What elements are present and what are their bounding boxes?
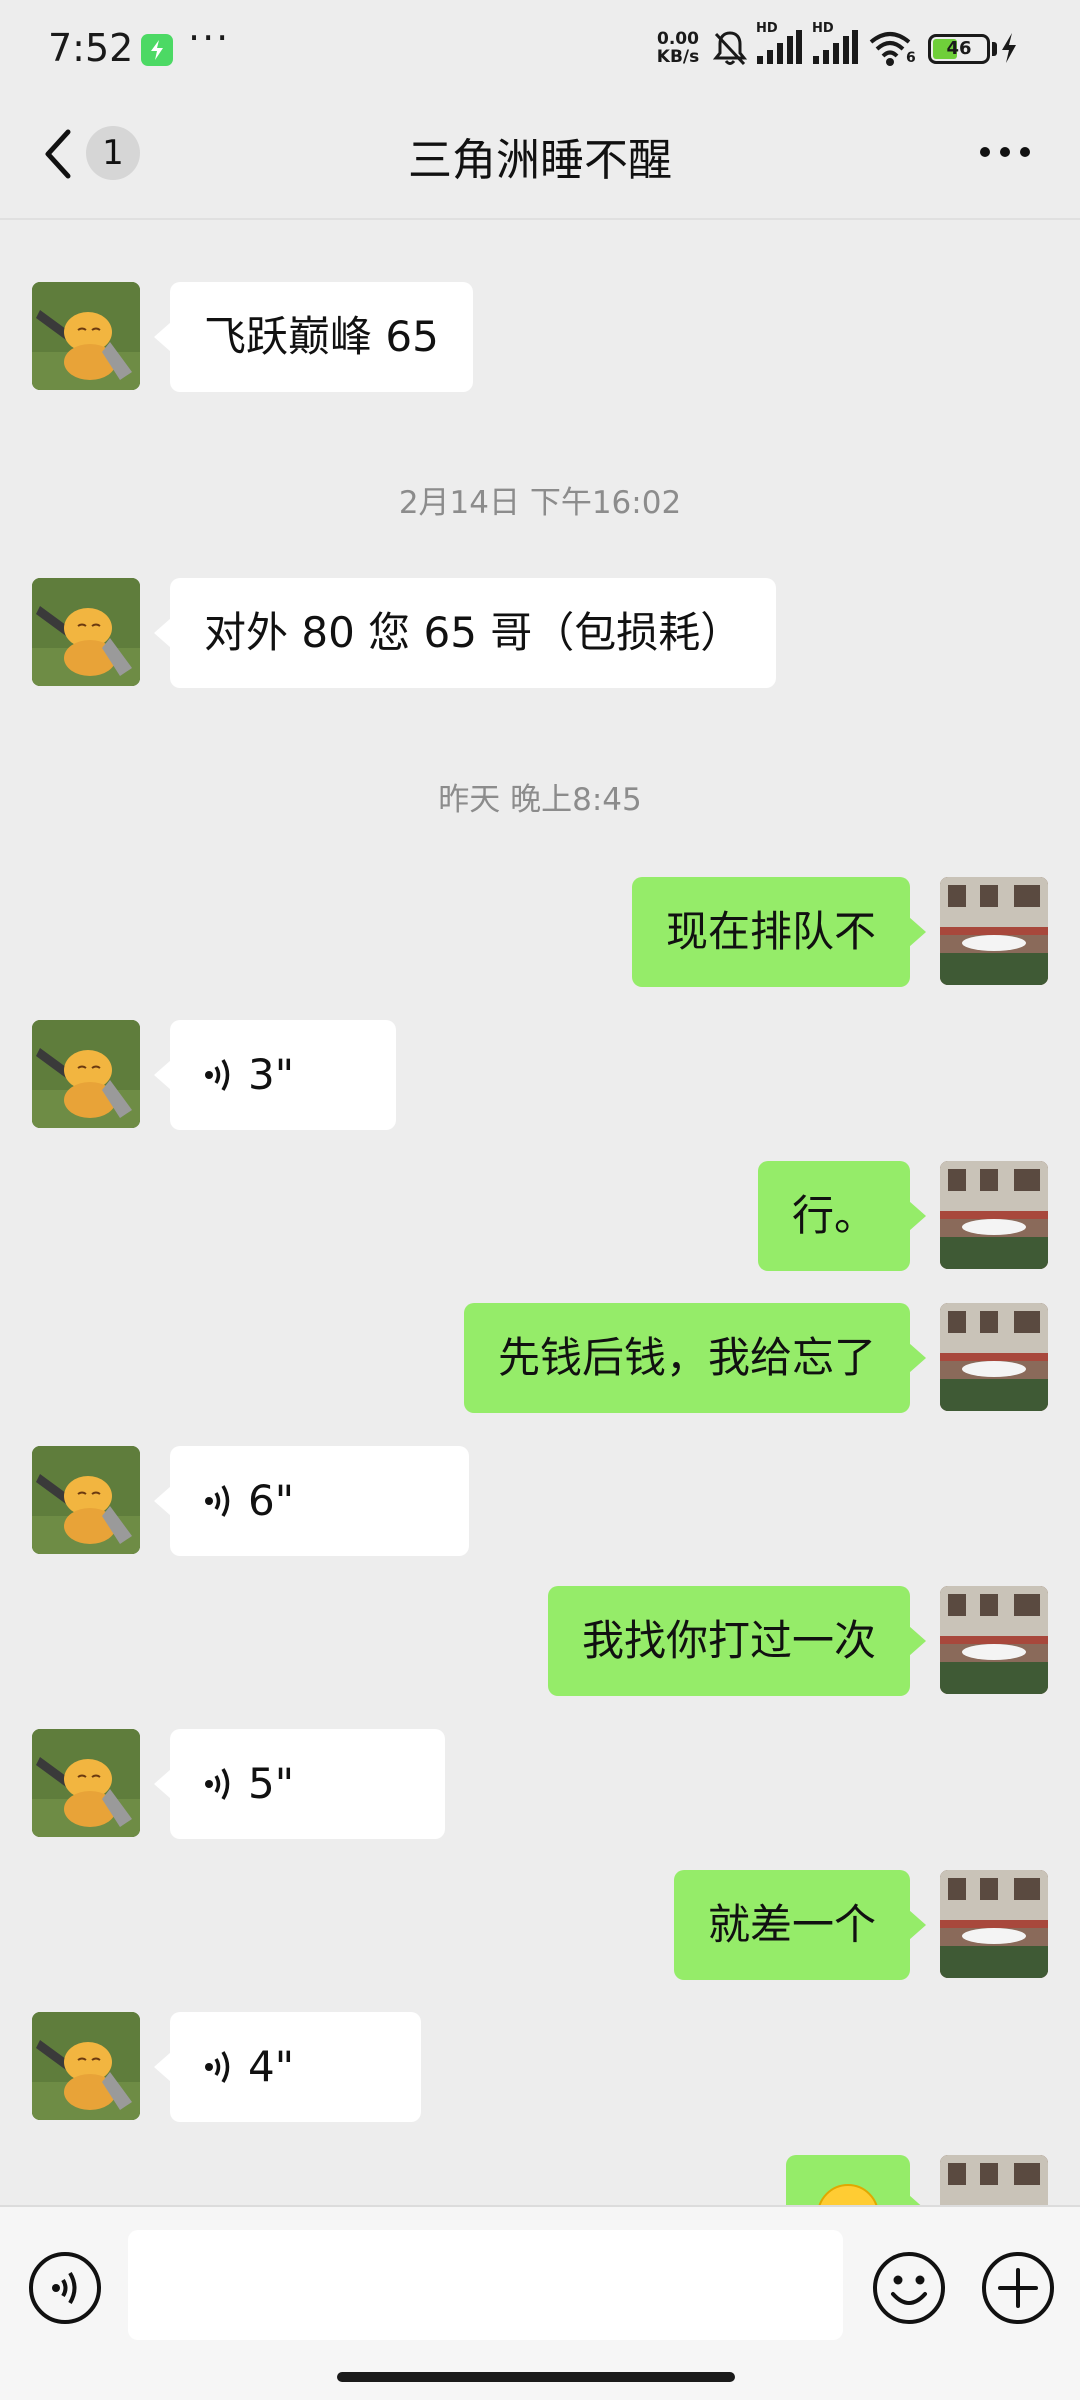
emoji-icon[interactable]: [871, 2250, 947, 2326]
self-avatar[interactable]: [940, 1586, 1048, 1694]
self-avatar[interactable]: [940, 1870, 1048, 1978]
status-more-icon: ···: [188, 16, 231, 60]
voice-wave-icon: [205, 2050, 230, 2083]
emoji-message-out[interactable]: [786, 2155, 926, 2205]
battery-level: 46: [946, 38, 972, 59]
input-bar: [0, 2205, 1080, 2400]
net-speed-unit: KB/s: [656, 47, 700, 67]
contact-avatar[interactable]: [32, 2012, 140, 2120]
status-bar: 7:52 ··· 0.00 KB/s HD HD 6 46: [0, 0, 1080, 92]
self-avatar[interactable]: [940, 877, 1048, 985]
message-input[interactable]: [128, 2230, 843, 2340]
unread-count-badge[interactable]: 1: [86, 126, 140, 180]
message-bubble-out[interactable]: 先钱后钱，我给忘了: [463, 1303, 927, 1413]
charging-app-icon: [141, 34, 173, 66]
emoji-face-icon: [818, 2184, 878, 2205]
message-text: 先钱后钱，我给忘了: [497, 1333, 876, 1382]
signal-hd-icon: HD: [812, 22, 858, 64]
message-bubble-out[interactable]: 就差一个: [673, 1870, 927, 1980]
message-bubble-out[interactable]: 现在排队不: [631, 877, 927, 987]
charging-bolt-icon: [1002, 33, 1016, 63]
contact-avatar[interactable]: [32, 578, 140, 686]
chat-header: 1 三角洲睡不醒: [0, 92, 1080, 220]
message-bubble-out[interactable]: 我找你打过一次: [547, 1586, 927, 1696]
contact-avatar[interactable]: [32, 1020, 140, 1128]
voice-input-icon[interactable]: [27, 2250, 103, 2326]
contact-avatar[interactable]: [32, 1729, 140, 1837]
voice-duration: 6": [248, 1476, 295, 1525]
message-bubble-in[interactable]: 对外 80 您 65 哥（包损耗）: [153, 578, 777, 688]
self-avatar[interactable]: [940, 2155, 1048, 2205]
signal-hd-icon: HD: [756, 22, 802, 64]
message-bubble-out[interactable]: 行。: [757, 1161, 927, 1271]
voice-wave-icon: [205, 1484, 230, 1517]
voice-duration: 3": [248, 1050, 295, 1099]
voice-message-in[interactable]: 5": [154, 1729, 445, 1839]
back-chevron-icon[interactable]: [36, 124, 86, 184]
message-timestamp: 昨天 晚上8:45: [438, 782, 642, 818]
message-text: 现在排队不: [665, 907, 876, 956]
voice-message-in[interactable]: 6": [154, 1446, 469, 1556]
self-avatar[interactable]: [940, 1303, 1048, 1411]
contact-avatar[interactable]: [32, 282, 140, 390]
more-dots-icon[interactable]: [975, 122, 1035, 182]
battery-icon: 46: [928, 34, 990, 64]
message-text: 对外 80 您 65 哥（包损耗）: [204, 608, 743, 657]
voice-message-in[interactable]: 4": [154, 2012, 421, 2122]
voice-duration: 5": [248, 1759, 295, 1808]
message-text: 飞跃巅峰 65: [204, 312, 439, 361]
battery-tip: [992, 42, 997, 56]
contact-avatar[interactable]: [32, 1446, 140, 1554]
voice-duration: 4": [248, 2042, 295, 2091]
voice-wave-icon: [205, 1058, 230, 1091]
message-text: 行。: [791, 1191, 876, 1240]
mute-bell-icon: [712, 31, 748, 66]
plus-icon[interactable]: [980, 2250, 1056, 2326]
chat-screen: 7:52 ··· 0.00 KB/s HD HD 6 46 1 三角洲睡不醒 飞…: [0, 0, 1080, 2400]
chat-title: 三角洲睡不醒: [408, 135, 672, 186]
status-time: 7:52: [48, 26, 134, 70]
net-speed-value: 0.00: [657, 29, 699, 49]
net-speed: 0.00 KB/s: [650, 30, 706, 66]
voice-wave-icon: [205, 1767, 230, 1800]
message-text: 我找你打过一次: [581, 1616, 876, 1665]
wifi-label: 6: [906, 50, 916, 66]
message-bubble-in[interactable]: 飞跃巅峰 65: [154, 282, 473, 392]
voice-message-in[interactable]: 3": [154, 1020, 396, 1130]
self-avatar[interactable]: [940, 1161, 1048, 1269]
home-indicator[interactable]: [337, 2372, 735, 2382]
message-list[interactable]: 飞跃巅峰 65 2月14日 下午16:02 对外 80 您 65 哥（包损耗） …: [0, 220, 1080, 2205]
message-text: 就差一个: [707, 1900, 876, 1949]
message-timestamp: 2月14日 下午16:02: [398, 485, 682, 521]
